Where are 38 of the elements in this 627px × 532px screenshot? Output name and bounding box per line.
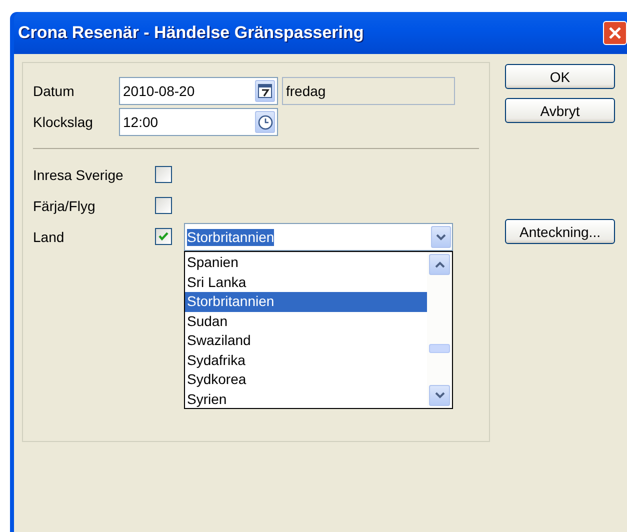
list-item[interactable]: Syrien: [185, 390, 427, 409]
calendar-icon: [258, 84, 272, 98]
calendar-button[interactable]: [255, 80, 275, 102]
list-item[interactable]: Swaziland: [185, 331, 427, 350]
list-item[interactable]: Storbritannien: [185, 292, 427, 312]
time-field[interactable]: 12:00: [119, 108, 278, 136]
checkbox-label: Färja/Flyg: [33, 197, 96, 216]
field-label: Klockslag: [33, 114, 94, 130]
dropdown-button[interactable]: [431, 226, 451, 248]
close-button[interactable]: [603, 21, 627, 45]
country-dropdown[interactable]: Storbritannien: [184, 223, 453, 251]
list-item[interactable]: Sudan: [185, 312, 427, 331]
scroll-down-button[interactable]: [429, 385, 450, 406]
note-button[interactable]: Anteckning...: [505, 219, 615, 244]
list-item[interactable]: Sydkorea: [185, 370, 427, 390]
checkbox[interactable]: [155, 228, 172, 245]
dialog-button[interactable]: OK: [505, 64, 615, 89]
chevron-up-icon: [434, 261, 444, 268]
checkbox-label: Inresa Sverige: [33, 166, 124, 185]
scrollbar[interactable]: [427, 252, 452, 408]
clock-button[interactable]: [255, 111, 275, 133]
date-field[interactable]: 2010-08-20: [119, 77, 278, 105]
weekday-field: fredag: [282, 77, 455, 105]
clock-icon: [258, 114, 272, 130]
scroll-thumb[interactable]: [429, 344, 450, 353]
close-icon: [607, 25, 623, 41]
chevron-down-icon: [436, 234, 446, 240]
scroll-up-button[interactable]: [429, 254, 450, 275]
list-item[interactable]: Spanien: [185, 253, 427, 272]
list-item[interactable]: Sydafrika: [185, 350, 427, 370]
field-label: Datum: [33, 83, 76, 99]
checkbox[interactable]: [155, 166, 172, 183]
dialog-button[interactable]: Avbryt: [505, 98, 615, 123]
window-title: Crona Resenär - Händelse Gränspassering: [18, 23, 364, 43]
chevron-down-icon: [434, 392, 444, 399]
checkbox[interactable]: [155, 197, 172, 214]
checkbox-label: Land: [33, 228, 66, 247]
list-item[interactable]: Sri Lanka: [185, 272, 427, 292]
